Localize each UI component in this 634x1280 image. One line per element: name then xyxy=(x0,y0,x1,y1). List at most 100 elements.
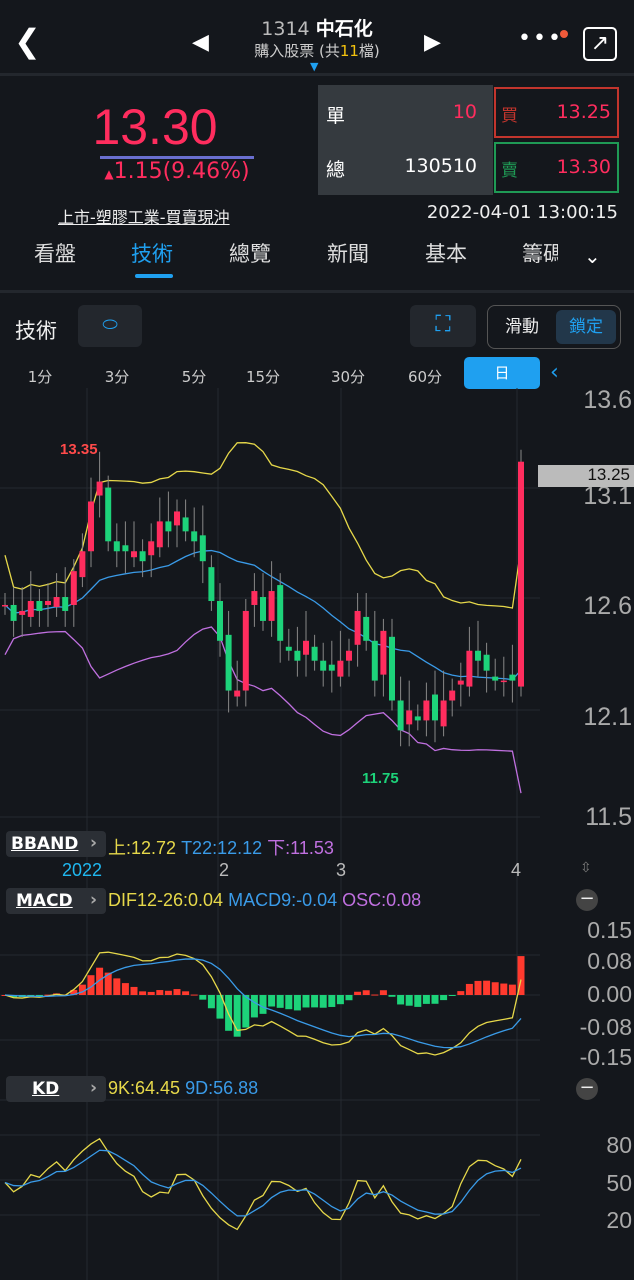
bid-box: 買 13.25 xyxy=(494,87,619,138)
candle-body xyxy=(432,694,438,721)
candle-body xyxy=(268,591,275,621)
candle-body xyxy=(414,716,421,721)
active-tab-indicator xyxy=(135,274,173,278)
macd-axis-label: -0.15 xyxy=(579,1044,632,1070)
candle-body xyxy=(500,680,507,683)
tab-0[interactable]: 看盤 xyxy=(34,238,76,268)
price-axis-label: 12.6 xyxy=(583,592,632,620)
scroll-option[interactable]: 滑動 xyxy=(492,310,552,344)
remove-macd-icon[interactable]: − xyxy=(576,889,598,911)
macd-histogram-bar xyxy=(113,978,121,995)
collapse-icon[interactable]: ‹ xyxy=(550,360,559,385)
interval-4[interactable]: 30分 xyxy=(318,366,378,387)
kd-button[interactable]: KD › xyxy=(6,1076,106,1102)
candle-body xyxy=(131,551,137,558)
candle-body xyxy=(36,601,43,611)
macd-histogram-bar xyxy=(354,991,362,995)
macd-histogram-bar xyxy=(250,995,258,1018)
date-axis-label: 4 xyxy=(511,860,522,880)
candle-body xyxy=(483,654,490,671)
macd-histogram-bar xyxy=(121,983,129,995)
remove-kd-icon[interactable]: − xyxy=(576,1078,598,1100)
price-axis-label: 12.1 xyxy=(583,703,632,731)
candle-body xyxy=(303,640,309,655)
kd-axis-label: 50 xyxy=(606,1170,632,1196)
candle-body xyxy=(397,700,404,731)
resize-chart-button[interactable]: ⬭ xyxy=(78,305,142,347)
candle-body xyxy=(328,664,335,671)
macd-axis-label: 0.00 xyxy=(587,981,632,1007)
interval-5[interactable]: 60分 xyxy=(395,366,455,387)
interval-3[interactable]: 15分 xyxy=(233,366,293,387)
macd-axis-label: 0.08 xyxy=(587,948,632,974)
macd-legend: DIF12-26:0.04 MACD9:-0.04 OSC:0.08 xyxy=(108,890,422,910)
macd-histogram-bar xyxy=(139,991,147,995)
dropdown-icon[interactable]: ▼ xyxy=(310,60,318,73)
interval-0[interactable]: 1分 xyxy=(10,366,70,387)
candle-body xyxy=(182,517,189,532)
macd-histogram-bar xyxy=(336,995,344,1005)
macd-histogram-bar xyxy=(474,980,482,995)
tab-1[interactable]: 技術 xyxy=(131,238,173,268)
candle-body xyxy=(346,650,352,661)
candle-body xyxy=(294,650,301,661)
tab-3[interactable]: 新聞 xyxy=(327,238,369,268)
category-link[interactable]: 上市-塑膠工業-買賣現沖 xyxy=(58,204,230,228)
candle-body xyxy=(122,545,129,552)
macd-histogram-bar xyxy=(414,995,422,1007)
macd-button[interactable]: MACD › xyxy=(6,888,106,914)
candle-body xyxy=(337,660,344,677)
candle-body xyxy=(105,487,112,542)
candle-body xyxy=(363,616,370,641)
candle-body xyxy=(10,604,17,621)
fullscreen-button[interactable]: ⛶ xyxy=(410,305,476,347)
macd-histogram-bar xyxy=(508,984,516,995)
macd-histogram-bar xyxy=(311,995,319,1008)
macd-histogram-bar xyxy=(388,995,396,997)
candle-body xyxy=(509,674,516,681)
top-bar: ❮ ◀ ▶ 1314 中石化 購入股票 (共11檔) ▼ ••• ↗ xyxy=(0,0,634,76)
macd-histogram-bar xyxy=(259,995,267,1014)
candle-body xyxy=(475,650,481,661)
tab-5[interactable]: 籌碼 xyxy=(522,238,558,268)
chevron-down-icon[interactable]: ⌄ xyxy=(584,244,601,268)
macd-axis-label: 0.15 xyxy=(587,917,632,943)
candle-body xyxy=(242,610,249,691)
macd-histogram-bar xyxy=(156,990,164,995)
candle-body xyxy=(518,461,524,687)
candle-body xyxy=(457,680,464,685)
macd-histogram-bar xyxy=(182,991,190,995)
macd-histogram-bar xyxy=(319,995,327,1008)
interval-1[interactable]: 3分 xyxy=(87,366,147,387)
macd-histogram-bar xyxy=(371,994,379,996)
drag-handle-icon[interactable]: ⇳ xyxy=(580,860,592,876)
total-label: 總 xyxy=(326,159,346,181)
candle-body xyxy=(2,604,8,607)
volume-box: 單 10 總 130510 xyxy=(318,85,493,195)
candle-body xyxy=(156,521,163,548)
candle-body xyxy=(70,571,77,605)
macd-histogram-bar xyxy=(164,990,172,995)
lock-option[interactable]: 鎖定 xyxy=(556,310,616,344)
macd-histogram-bar xyxy=(362,990,370,995)
tab-2[interactable]: 總覽 xyxy=(229,238,271,268)
macd-histogram-bar xyxy=(302,995,310,1008)
macd-histogram-bar xyxy=(397,995,405,1005)
single-label: 單 xyxy=(326,105,346,127)
interval-2[interactable]: 5分 xyxy=(164,366,224,387)
macd-histogram-bar xyxy=(448,995,456,996)
macd-histogram-bar xyxy=(431,995,439,1004)
more-icon[interactable]: ••• xyxy=(518,26,563,51)
bband-button[interactable]: BBAND › xyxy=(6,831,106,857)
macd-histogram-bar xyxy=(268,995,276,1007)
candle-body xyxy=(311,646,318,661)
interval-6[interactable]: 日 xyxy=(464,357,540,389)
kd-legend: 9K:64.45 9D:56.88 xyxy=(108,1078,259,1098)
share-icon[interactable]: ↗ xyxy=(583,27,617,61)
candle-body xyxy=(354,610,361,645)
quote-datetime: 2022-04-01 13:00:15 xyxy=(426,202,618,223)
macd-histogram-bar xyxy=(173,989,181,995)
tab-4[interactable]: 基本 xyxy=(425,238,467,268)
macd-histogram-bar xyxy=(457,991,465,995)
candle-body xyxy=(113,541,120,552)
